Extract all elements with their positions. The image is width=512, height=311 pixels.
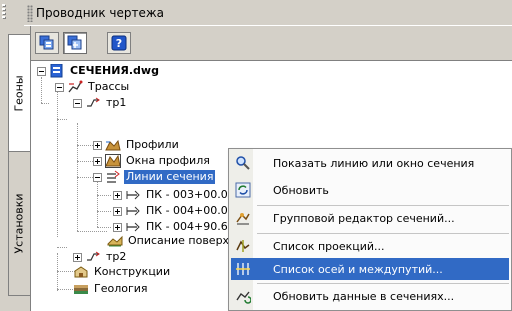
construction-icon [73,265,89,279]
collapse-toggle[interactable] [37,66,46,76]
menu-item-group-editor[interactable]: Групповой редактор сечений... [231,207,509,229]
tree-item-tr2[interactable]: тр2 [73,249,128,265]
vertical-tabs: Геоны Установки [8,26,30,311]
tree-item-section-lines[interactable]: Линии сечения [93,169,216,185]
tree-item-tr2-label: тр2 [106,250,127,263]
dwg-file-icon [49,64,65,78]
tree-item-constructions-label: Конструкции [94,265,171,278]
menu-separator [257,233,509,234]
expand-toggle[interactable] [113,206,122,216]
palette-title: Проводник чертежа [36,6,165,20]
menu-separator [257,283,509,284]
tree-item-geology-label: Геология [94,282,148,295]
menu-item-label: Обновить [273,183,329,197]
projection-list-icon [233,236,253,256]
help-icon: ? [111,35,127,51]
expand-toggle[interactable] [113,222,122,232]
menu-separator [257,205,509,206]
magnifier-icon [233,153,253,173]
surface-icon [107,234,123,248]
refresh-icon [233,180,253,200]
tree-item-pk-1-label: ПК - 003+00.00 [146,188,235,201]
profile-window-icon [105,154,121,168]
tree-item-routes[interactable]: Трассы [55,79,131,95]
tab-geons[interactable]: Геоны [8,34,30,152]
menu-item-label: Список проекций... [273,239,385,253]
tree-item-pk-2[interactable]: ПК - 004+00.00 [113,203,237,219]
tree-item-tr1-label: тр1 [106,96,127,109]
toolbar: ? [31,26,512,60]
tree-item-surface-description[interactable]: Описание поверхн [107,233,238,249]
tree-item-surface-description-label: Описание поверхн [128,234,237,247]
tree-item-section-lines-label: Линии сечения [124,170,216,184]
context-menu: Показать линию или окно сечения Обновить… [228,148,512,311]
svg-text:?: ? [116,37,122,50]
section-line-icon [125,188,141,202]
menu-item-label: Показать линию или окно сечения [273,156,475,170]
palette-titlebar[interactable]: Проводник чертежа [24,0,512,26]
update-sections-icon [233,286,253,306]
expand-toggle[interactable] [93,156,102,166]
expand-toggle[interactable] [93,140,102,150]
axes-list-icon [233,259,253,279]
drag-handle[interactable] [27,5,33,22]
tab-settings-label: Установки [13,192,27,254]
tree-item-profiles-label: Профили [126,138,179,151]
menu-item-label: Обновить данные в сечениях... [273,289,455,303]
expand-toggle[interactable] [73,252,82,262]
route-icon [67,80,83,94]
collapse-toggle[interactable] [73,98,82,108]
section-line-icon [125,220,141,234]
tree-item-profile-windows-label: Окна профиля [126,154,210,167]
section-lines-icon [105,170,121,184]
tree-item-geology[interactable]: Геология [73,281,150,297]
profile-icon [105,138,121,152]
section-line-icon [125,204,141,218]
alignment-icon [85,250,101,264]
menu-item-label: Список осей и междупутий... [273,262,443,276]
expand-toggle[interactable] [113,190,122,200]
group-editor-icon [233,208,253,228]
menu-item-refresh[interactable]: Обновить [231,179,509,201]
help-button[interactable]: ? [107,32,131,54]
tree-item-profiles[interactable]: Профили [93,137,181,153]
tree-item-tr1[interactable]: тр1 [73,95,128,111]
menu-item-axes-list[interactable]: Список осей и междупутий... [231,258,509,280]
menu-item-update-sections[interactable]: Обновить данные в сечениях... [231,285,509,307]
settings-view-button[interactable] [63,32,87,54]
tree-root-label: СЕЧЕНИЯ.dwg [70,64,159,77]
menu-item-label: Групповой редактор сечений... [273,211,455,225]
tree-item-constructions[interactable]: Конструкции [73,264,172,280]
menu-item-show-section[interactable]: Показать линию или окно сечения [231,152,509,174]
tab-settings[interactable]: Установки [8,150,30,296]
menu-item-projection-list[interactable]: Список проекций... [231,235,509,257]
tree-item-pk-1[interactable]: ПК - 003+00.00 [113,187,237,203]
tab-geons-label: Геоны [13,74,26,112]
explorer-view-button[interactable] [35,32,59,54]
tree-item-pk-2-label: ПК - 004+00.00 [146,204,235,217]
collapse-toggle[interactable] [55,82,64,92]
drawing-settings-icon [67,35,82,50]
tree-root[interactable]: СЕЧЕНИЯ.dwg [37,63,161,79]
collapse-toggle[interactable] [93,172,102,182]
panel-grip[interactable] [0,0,8,311]
tree-item-pk-3-label: ПК - 004+90.63 [146,220,235,233]
tree-item-profile-windows[interactable]: Окна профиля [93,153,212,169]
alignment-icon [85,96,101,110]
drawing-explorer-icon [39,35,54,50]
tree-item-routes-label: Трассы [88,80,130,93]
geology-icon [73,282,89,296]
